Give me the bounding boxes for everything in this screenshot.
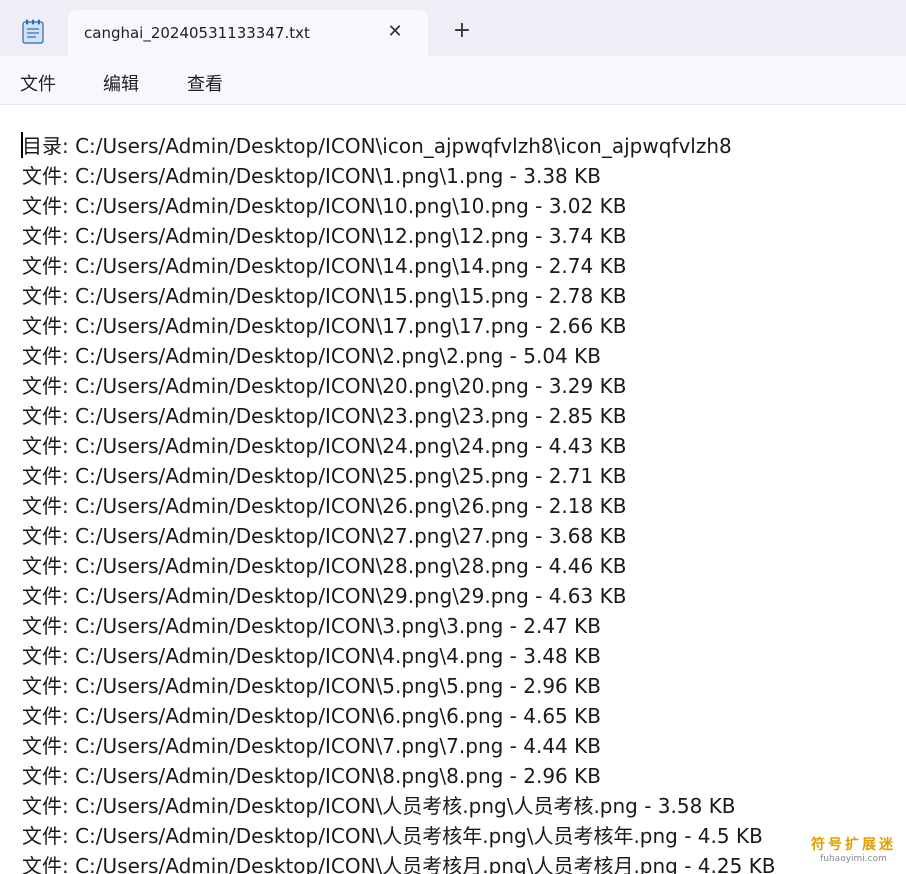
- text-line: 文件: C:/Users/Admin/Desktop/ICON\24.png\2…: [22, 434, 627, 458]
- menu-edit[interactable]: 编辑: [103, 70, 139, 96]
- text-line: 文件: C:/Users/Admin/Desktop/ICON\7.png\7.…: [22, 734, 601, 758]
- tab-title: canghai_20240531133347.txt: [84, 24, 310, 42]
- tab-bar: canghai_20240531133347.txt ✕ +: [0, 0, 906, 56]
- plus-icon[interactable]: +: [452, 20, 472, 42]
- text-line: 文件: C:/Users/Admin/Desktop/ICON\5.png\5.…: [22, 674, 601, 698]
- text-line: 文件: C:/Users/Admin/Desktop/ICON\1.png\1.…: [22, 164, 601, 188]
- menu-file[interactable]: 文件: [20, 70, 56, 96]
- text-line: 文件: C:/Users/Admin/Desktop/ICON\10.png\1…: [22, 194, 627, 218]
- text-line: 文件: C:/Users/Admin/Desktop/ICON\26.png\2…: [22, 494, 627, 518]
- watermark-sub: fuhaoyimi.com: [820, 854, 887, 864]
- text-line: 文件: C:/Users/Admin/Desktop/ICON\2.png\2.…: [22, 344, 601, 368]
- notepad-icon: [22, 19, 44, 44]
- text-line: 文件: C:/Users/Admin/Desktop/ICON\6.png\6.…: [22, 704, 601, 728]
- text-line: 文件: C:/Users/Admin/Desktop/ICON\人员考核月.pn…: [22, 854, 776, 874]
- text-line: 文件: C:/Users/Admin/Desktop/ICON\15.png\1…: [22, 284, 627, 308]
- text-line: 文件: C:/Users/Admin/Desktop/ICON\14.png\1…: [22, 254, 627, 278]
- text-line: 目录: C:/Users/Admin/Desktop/ICON\icon_ajp…: [22, 134, 732, 158]
- text-line: 文件: C:/Users/Admin/Desktop/ICON\人员考核年.pn…: [22, 824, 763, 848]
- menu-bar: 文件 编辑 查看: [0, 56, 906, 105]
- notepad-window: canghai_20240531133347.txt ✕ + 文件 编辑 查看 …: [0, 0, 906, 874]
- text-line: 文件: C:/Users/Admin/Desktop/ICON\25.png\2…: [22, 464, 627, 488]
- text-editor[interactable]: 目录: C:/Users/Admin/Desktop/ICON\icon_ajp…: [0, 105, 906, 874]
- text-line: 文件: C:/Users/Admin/Desktop/ICON\28.png\2…: [22, 554, 627, 578]
- menu-view[interactable]: 查看: [187, 70, 223, 96]
- watermark-main: 符号扩展迷: [811, 837, 896, 853]
- text-line: 文件: C:/Users/Admin/Desktop/ICON\20.png\2…: [22, 374, 627, 398]
- watermark: 符号扩展迷 fuhaoyimi.com: [811, 834, 896, 864]
- text-line: 文件: C:/Users/Admin/Desktop/ICON\人员考核.png…: [22, 794, 736, 818]
- text-line: 文件: C:/Users/Admin/Desktop/ICON\3.png\3.…: [22, 614, 601, 638]
- text-line: 文件: C:/Users/Admin/Desktop/ICON\12.png\1…: [22, 224, 627, 248]
- text-line: 文件: C:/Users/Admin/Desktop/ICON\29.png\2…: [22, 584, 627, 608]
- text-line: 文件: C:/Users/Admin/Desktop/ICON\27.png\2…: [22, 524, 627, 548]
- text-line: 文件: C:/Users/Admin/Desktop/ICON\23.png\2…: [22, 404, 627, 428]
- text-line: 文件: C:/Users/Admin/Desktop/ICON\17.png\1…: [22, 314, 627, 338]
- text-content: 目录: C:/Users/Admin/Desktop/ICON\icon_ajp…: [22, 131, 776, 874]
- close-icon[interactable]: ✕: [385, 22, 405, 42]
- tab-document[interactable]: canghai_20240531133347.txt ✕: [68, 10, 428, 56]
- text-line: 文件: C:/Users/Admin/Desktop/ICON\4.png\4.…: [22, 644, 601, 668]
- text-line: 文件: C:/Users/Admin/Desktop/ICON\8.png\8.…: [22, 764, 601, 788]
